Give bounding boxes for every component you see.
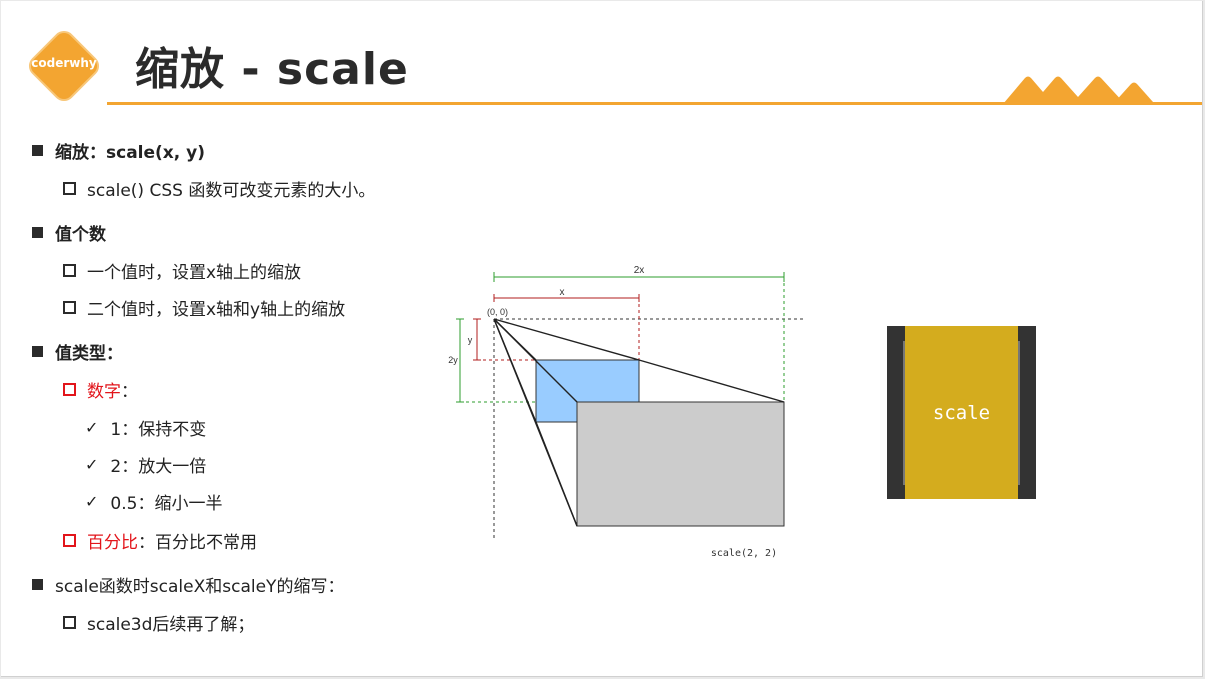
highlight-text: 百分比 [87, 533, 138, 553]
label-2x: 2x [634, 265, 645, 276]
highlight-text: 数字 [87, 382, 121, 402]
scale-diagram: 2x x (0, 0) y 2y scale(2, 2) [448, 265, 806, 559]
scale-demo-box: scale [887, 326, 1036, 499]
projection-line [638, 359, 785, 403]
list-item: scale() CSS 函数可改变元素的大小。 [63, 176, 375, 201]
list-item-text: 值类型： [55, 344, 123, 364]
list-item-text: 0.5：缩小一半 [110, 494, 223, 514]
square-bullet-icon [32, 346, 43, 357]
list-item: 缩放：scale(x, y) [32, 138, 205, 163]
list-item: scale函数时scaleX和scaleY的缩写： [32, 572, 344, 597]
list-item-text: 2：放大一倍 [110, 457, 207, 477]
slide: coderwhy 缩放 - scale 缩放：scale(x, y) scale… [1, 1, 1203, 677]
mountains-decoration-icon [1003, 76, 1153, 104]
list-item: 数字： [63, 377, 138, 402]
list-item: ✓ 2：放大一倍 [85, 452, 206, 477]
diagram-caption: scale(2, 2) [711, 548, 777, 559]
checkmark-icon: ✓ [85, 492, 99, 511]
square-bullet-icon [32, 145, 43, 156]
list-item-text: ：百分比不常用 [138, 533, 257, 553]
demo-label: scale [932, 402, 991, 424]
list-item-text: scale() CSS 函数可改变元素的大小。 [87, 181, 376, 201]
hollow-square-bullet-icon [63, 301, 76, 314]
label-x: x [560, 287, 565, 298]
checkmark-icon: ✓ [85, 418, 99, 437]
hollow-square-bullet-icon [63, 383, 76, 396]
list-item-text: 1：保持不变 [110, 420, 207, 440]
label-origin: (0, 0) [487, 307, 508, 317]
list-item: 一个值时，设置x轴上的缩放 [63, 258, 301, 283]
square-bullet-icon [32, 579, 43, 590]
list-item-text: scale函数时scaleX和scaleY的缩写： [55, 577, 345, 597]
list-item: ✓ 1：保持不变 [85, 415, 206, 440]
square-bullet-icon [32, 227, 43, 238]
list-item-text: 一个值时，设置x轴上的缩放 [87, 263, 302, 283]
list-item-text: 值个数 [55, 225, 106, 245]
list-item: 值类型： [32, 339, 123, 364]
hollow-square-bullet-icon [63, 534, 76, 547]
bullet-list: 缩放：scale(x, y) scale() CSS 函数可改变元素的大小。 值… [1, 1, 441, 676]
list-item: 二个值时，设置x轴和y轴上的缩放 [63, 295, 345, 320]
hollow-square-bullet-icon [63, 616, 76, 629]
label-2y: 2y [448, 355, 458, 365]
list-item-text: 二个值时，设置x轴和y轴上的缩放 [87, 300, 346, 320]
list-item-text: 缩放：scale(x, y) [55, 143, 205, 163]
hollow-square-bullet-icon [63, 182, 76, 195]
list-item: scale3d后续再了解； [63, 610, 254, 635]
hollow-square-bullet-icon [63, 264, 76, 277]
label-y: y [468, 335, 473, 345]
scaled-box [576, 401, 785, 527]
list-item: ✓ 0.5：缩小一半 [85, 489, 222, 514]
list-item-text: scale3d后续再了解； [87, 615, 255, 635]
list-item-text: ： [121, 382, 138, 402]
list-item: 值个数 [32, 220, 106, 245]
list-item: 百分比 ：百分比不常用 [63, 528, 257, 553]
checkmark-icon: ✓ [85, 455, 99, 474]
